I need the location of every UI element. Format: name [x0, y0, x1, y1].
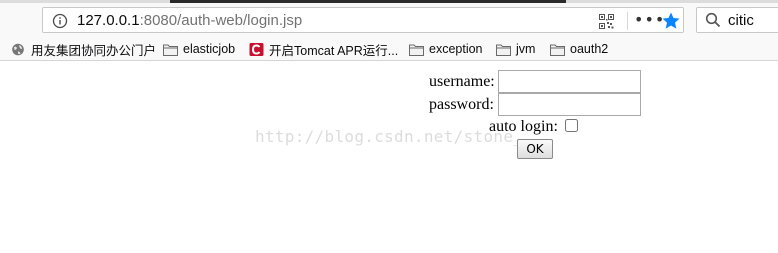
password-input[interactable]: [498, 93, 641, 116]
username-input[interactable]: [498, 70, 641, 93]
ok-button[interactable]: OK: [517, 139, 553, 159]
bookmark-label: elasticjob: [183, 42, 236, 56]
folder-icon: [163, 44, 178, 56]
bookmark-folder[interactable]: jvm: [496, 40, 535, 58]
bookmark-item[interactable]: 开启Tomcat APR运行...: [249, 40, 398, 58]
search-input-value[interactable]: citic: [728, 12, 754, 29]
bookmarks-toolbar: 用友集团协同办公门户 elasticjob 开启Tomcat APR运行... …: [0, 37, 778, 61]
site-favicon-icon: [249, 42, 264, 56]
navigation-toolbar: 127.0.0.1:8080/auth-web/login.jsp ••• ci…: [0, 3, 778, 37]
bookmark-label: oauth2: [570, 42, 609, 56]
search-icon: [705, 12, 721, 28]
qr-code-icon[interactable]: [599, 14, 614, 29]
folder-icon: [409, 44, 424, 56]
url-path: :8080/auth-web/login.jsp: [139, 12, 303, 29]
globe-icon: [12, 43, 24, 55]
password-label: password:: [429, 96, 494, 113]
bookmark-label: 用友集团协同办公门户: [31, 43, 157, 58]
url-text[interactable]: 127.0.0.1:8080/auth-web/login.jsp: [77, 12, 302, 29]
folder-icon: [496, 44, 511, 56]
bookmark-star-icon[interactable]: [661, 11, 681, 31]
bookmark-folder[interactable]: elasticjob: [163, 40, 235, 58]
bookmark-item[interactable]: 用友集团协同办公门户: [11, 40, 156, 58]
username-label: username:: [429, 73, 495, 90]
auto-login-label: auto login:: [489, 118, 558, 135]
info-icon[interactable]: [52, 13, 68, 29]
watermark: http://blog.csdn.net/stone_: [255, 127, 524, 146]
bookmark-label: jvm: [516, 42, 536, 56]
folder-icon: [550, 44, 565, 56]
search-bar[interactable]: citic: [696, 7, 778, 33]
url-host: 127.0.0.1: [77, 12, 140, 29]
url-bar-separator: [627, 12, 628, 30]
bookmark-folder[interactable]: exception: [409, 40, 483, 58]
auto-login-checkbox[interactable]: [565, 119, 578, 132]
url-bar[interactable]: 127.0.0.1:8080/auth-web/login.jsp •••: [42, 7, 684, 33]
bookmark-folder[interactable]: oauth2: [550, 40, 608, 58]
bookmark-label: 开启Tomcat APR运行...: [269, 43, 399, 58]
more-actions-icon[interactable]: •••: [634, 11, 664, 29]
bookmark-label: exception: [429, 42, 483, 56]
